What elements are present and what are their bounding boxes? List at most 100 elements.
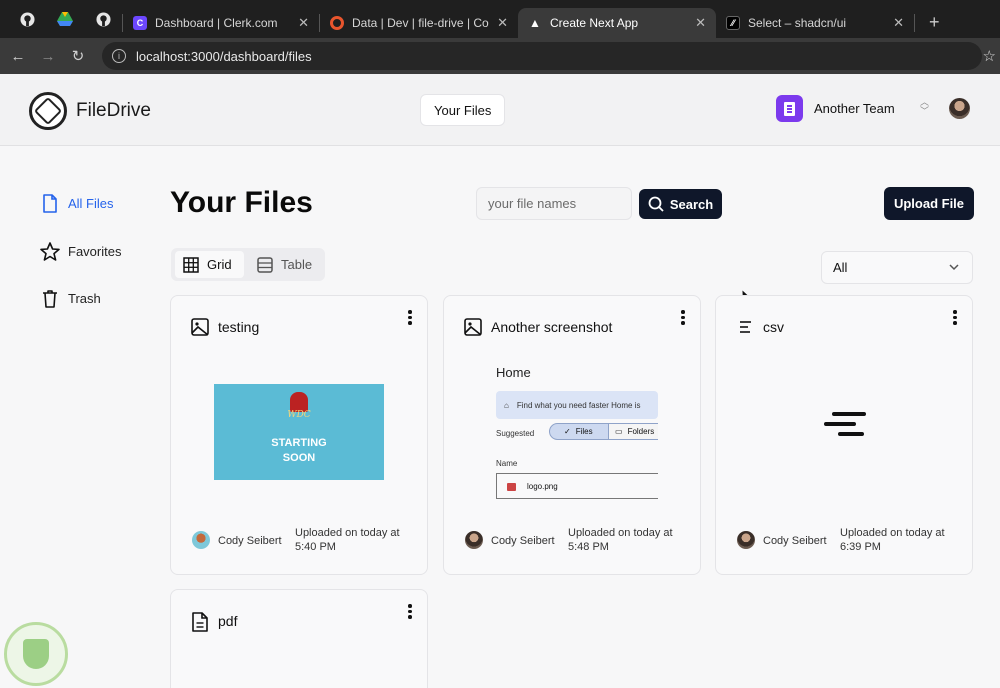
file-type-select-value: All: [833, 260, 848, 275]
folder-icon: ▭: [615, 427, 623, 436]
more-vertical-icon[interactable]: [680, 310, 686, 325]
sidebar-item-trash[interactable]: Trash: [40, 286, 101, 310]
document-icon: [192, 612, 208, 632]
file-preview-image: Home ⌂ Find what you need faster Home is …: [496, 361, 658, 511]
preview-chip-files: ✓ Files: [549, 423, 609, 440]
file-icon: [40, 193, 60, 213]
preview-chip-folders: ▭ Folders: [608, 423, 658, 440]
preview-badge-text: WDC: [287, 410, 311, 420]
team-avatar[interactable]: [776, 95, 803, 122]
back-arrow-icon[interactable]: ←: [3, 48, 33, 65]
avatar: [465, 531, 483, 549]
building-icon: [784, 101, 795, 116]
preview-chip-label: Folders: [627, 427, 655, 436]
new-tab-icon[interactable]: +: [929, 12, 940, 33]
logo-mark: [33, 96, 63, 126]
github-icon: [19, 11, 35, 27]
pinned-tab-github[interactable]: [8, 0, 46, 38]
upload-date: Uploaded on today at 6:39 PM: [840, 527, 945, 553]
browser-tab-active[interactable]: ▲ Create Next App ✕: [518, 8, 716, 38]
file-card[interactable]: testing WDC STARTING SOON Cody Seibert Up…: [170, 295, 428, 575]
sidebar-item-label: Favorites: [68, 243, 122, 259]
search-icon: [648, 196, 664, 212]
person-illustration: [290, 392, 308, 412]
vercel-triangle-icon: ▲: [529, 16, 541, 30]
sidebar-item-label: All Files: [68, 195, 114, 211]
preview-chip-label: Files: [575, 427, 593, 436]
url-text: localhost:3000/dashboard/files: [136, 48, 312, 64]
close-tab-icon[interactable]: ✕: [893, 15, 904, 31]
table-icon: [257, 256, 273, 273]
table-view-label: Table: [281, 257, 313, 272]
more-vertical-icon[interactable]: [407, 604, 413, 619]
sidebar-item-label: Trash: [68, 290, 101, 306]
nav-your-files-button[interactable]: Your Files: [420, 94, 506, 126]
search-button[interactable]: Search: [639, 189, 722, 219]
preview-caption-line: STARTING: [271, 437, 327, 449]
forward-arrow-icon[interactable]: →: [33, 48, 63, 65]
csv-file-icon: [824, 412, 866, 442]
upload-file-button[interactable]: Upload File: [884, 187, 974, 220]
address-bar[interactable]: i localhost:3000/dashboard/files: [102, 42, 982, 70]
avatar: [192, 531, 210, 549]
file-type-select[interactable]: All: [821, 251, 973, 284]
browser-tab[interactable]: C Dashboard | Clerk.com ✕: [123, 8, 319, 38]
app-header: FileDrive Your Files Another Team ︿ ﹀: [0, 74, 1000, 146]
more-vertical-dot: [408, 609, 412, 613]
search-input[interactable]: [476, 187, 632, 220]
uploader-name: Cody Seibert: [218, 535, 282, 547]
avatar: [737, 531, 755, 549]
uploader-name: Cody Seibert: [763, 535, 827, 547]
tab-table-view[interactable]: Table: [249, 251, 321, 278]
close-tab-icon[interactable]: ✕: [298, 15, 309, 31]
sidebar-item-favorites[interactable]: Favorites: [40, 239, 121, 263]
search-button-label: Search: [669, 196, 714, 212]
more-vertical-dot: [681, 321, 685, 325]
file-card[interactable]: pdf: [170, 589, 428, 688]
pinned-tab-drive[interactable]: [46, 0, 84, 38]
brand-name[interactable]: FileDrive: [76, 100, 151, 122]
more-vertical-dot: [953, 315, 957, 319]
shield-icon: [23, 639, 49, 669]
page-title: Your Files: [170, 186, 313, 219]
csv-icon-line: [832, 412, 866, 416]
file-card-title: csv: [763, 319, 784, 335]
csv-icon-line: [824, 422, 856, 426]
upload-date: Uploaded on today at 5:40 PM: [295, 527, 400, 553]
check-icon: ✓: [564, 427, 571, 436]
preview-heading: Home: [496, 365, 531, 380]
file-card-title: testing: [218, 319, 260, 335]
chevron-down-icon: [949, 264, 959, 271]
browser-tab-title: Create Next App: [550, 16, 639, 30]
channel-watermark-logo: [4, 622, 68, 686]
more-vertical-dot: [681, 310, 685, 314]
file-card[interactable]: csv Cody Seibert Uploaded on today at 6:…: [715, 295, 973, 575]
more-vertical-dot: [408, 615, 412, 619]
browser-tab[interactable]: Data | Dev | file-drive | Conve ✕: [320, 8, 518, 38]
chevron-up-down-icon[interactable]: ︿ ﹀: [920, 98, 929, 116]
github-icon: [95, 11, 111, 27]
file-card[interactable]: Another screenshot Home ⌂ Find what you n…: [443, 295, 701, 575]
close-tab-icon[interactable]: ✕: [497, 15, 508, 31]
tab-grid-view[interactable]: Grid: [175, 251, 244, 278]
user-avatar[interactable]: [949, 98, 970, 119]
browser-tab-title: Select – shadcn/ui: [748, 16, 847, 30]
tab-separator: [914, 14, 915, 32]
file-card-title: Another screenshot: [491, 319, 613, 335]
home-icon: ⌂: [504, 400, 509, 410]
reload-icon[interactable]: ↻: [63, 47, 93, 65]
browser-tab[interactable]: ⁄⁄ Select – shadcn/ui ✕: [716, 8, 914, 38]
bookmark-star-icon[interactable]: ☆: [983, 47, 996, 65]
more-vertical-dot: [953, 310, 957, 314]
more-vertical-icon[interactable]: [407, 310, 413, 325]
uploader-name: Cody Seibert: [491, 535, 555, 547]
more-vertical-icon[interactable]: [952, 310, 958, 325]
pinned-tab-github-2[interactable]: [84, 0, 122, 38]
sidebar-item-all-files[interactable]: All Files: [40, 191, 114, 215]
filedrive-logo[interactable]: [29, 92, 67, 130]
close-tab-icon[interactable]: ✕: [695, 15, 706, 31]
more-vertical-dot: [408, 321, 412, 325]
info-icon[interactable]: i: [112, 49, 126, 63]
team-switcher-label[interactable]: Another Team: [814, 101, 895, 116]
preview-search-bar: ⌂ Find what you need faster Home is: [496, 391, 658, 419]
